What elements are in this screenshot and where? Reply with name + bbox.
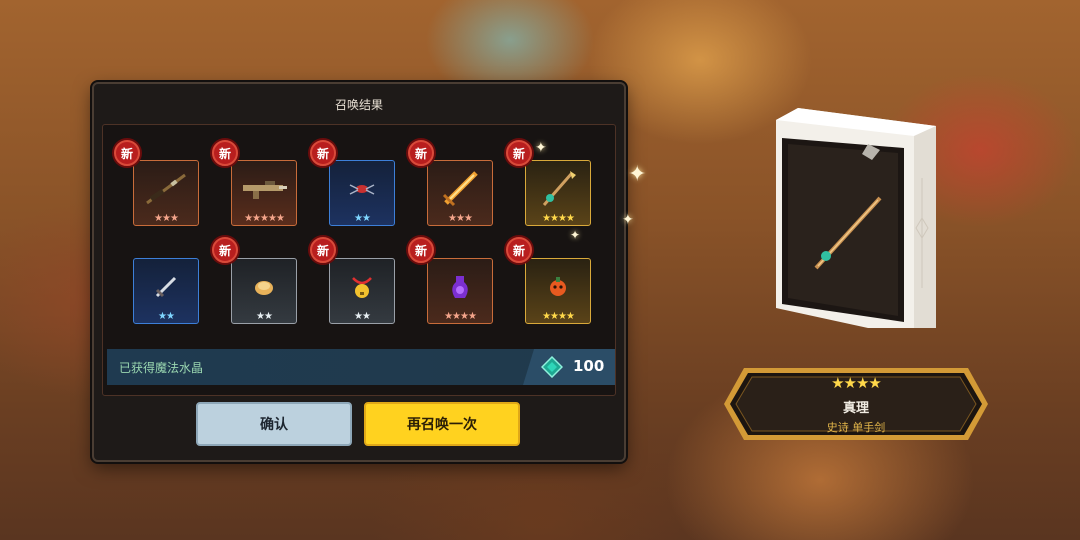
bell-icon <box>352 277 372 299</box>
new-badge: 新 <box>212 237 238 263</box>
staff-icon <box>542 171 576 207</box>
featured-item-type: 史诗 单手剑 <box>826 421 886 434</box>
item-slot-spider-pet[interactable]: ★★ <box>329 160 395 226</box>
new-badge: 新 <box>212 140 238 166</box>
dagger-icon <box>155 277 177 298</box>
sparkle-icon: ✦ <box>628 162 647 187</box>
results-frame: ★★★ ★★★★★ ★★ ★★★ ★★★★ ★★ ★★ ★★ ★★★★ ★★★★… <box>102 124 616 396</box>
item-slot-bread[interactable]: ★★ <box>231 258 297 324</box>
featured-item-name: 真理 <box>842 401 869 416</box>
item-slot-dark-potion[interactable]: ★★★★ <box>427 258 493 324</box>
crystal-amount-box: 100 <box>523 349 615 385</box>
featured-rarity-stars: ★★★★ <box>831 374 882 392</box>
crystal-count: 100 <box>573 357 605 375</box>
new-badge: 新 <box>506 140 532 166</box>
summon-again-button[interactable]: 再召唤一次 <box>364 402 520 446</box>
featured-item-plate: ★★★★ 真理 史诗 单手剑 <box>722 366 990 442</box>
rarity-stars: ★★★★ <box>542 311 575 322</box>
bread-icon <box>255 281 273 296</box>
sparkle-icon: ✦ <box>622 212 634 228</box>
pumpkin-icon <box>550 277 566 297</box>
item-slot-truth-staff[interactable]: ★★★★ <box>525 160 591 226</box>
flame-sword-icon <box>442 171 478 207</box>
crystal-reward-strip: 已获得魔法水晶 100 <box>107 349 615 385</box>
rarity-stars: ★★★★ <box>444 311 477 322</box>
rarity-stars: ★★★ <box>154 213 179 224</box>
item-slot-flame-sword[interactable]: ★★★ <box>427 160 493 226</box>
dialog-title: 召唤结果 <box>334 98 383 112</box>
new-badge: 新 <box>114 140 140 166</box>
rarity-stars: ★★ <box>354 213 371 224</box>
rarity-stars: ★★ <box>158 311 175 322</box>
rarity-stars: ★★★ <box>448 213 473 224</box>
rarity-stars: ★★ <box>354 311 371 322</box>
rarity-stars: ★★★★★ <box>244 213 285 224</box>
item-slot-bell-necklace[interactable]: ★★ <box>329 258 395 324</box>
rifle-icon <box>146 173 186 205</box>
crystal-label: 已获得魔法水晶 <box>119 361 204 375</box>
new-badge: 新 <box>310 237 336 263</box>
new-badge: 新 <box>310 140 336 166</box>
confirm-button[interactable]: 确认 <box>196 402 352 446</box>
magic-crystal-icon <box>541 356 563 378</box>
item-slot-rifle[interactable]: ★★★ <box>133 160 199 226</box>
item-slot-machine-gun[interactable]: ★★★★★ <box>231 160 297 226</box>
featured-item-box <box>776 108 936 328</box>
sparkle-icon: ✦ <box>535 140 547 156</box>
rarity-stars: ★★★★ <box>542 213 575 224</box>
new-badge: 新 <box>408 140 434 166</box>
rarity-stars: ★★ <box>256 311 273 322</box>
sparkle-icon: ✦ <box>570 228 581 242</box>
item-slot-pumpkin-trinket[interactable]: ★★★★ <box>525 258 591 324</box>
new-badge: 新 <box>408 237 434 263</box>
spider-icon <box>349 184 375 195</box>
summon-result-dialog: 召唤结果 ★★★ ★★★★★ ★★ ★★★ ★★★★ ★★ ★★ ★★ ★★★★… <box>92 82 626 462</box>
dark-potion-icon <box>452 276 468 299</box>
new-badge: 新 <box>506 237 532 263</box>
machine-gun-icon <box>243 181 287 200</box>
item-slot-dagger[interactable]: ★★ <box>133 258 199 324</box>
